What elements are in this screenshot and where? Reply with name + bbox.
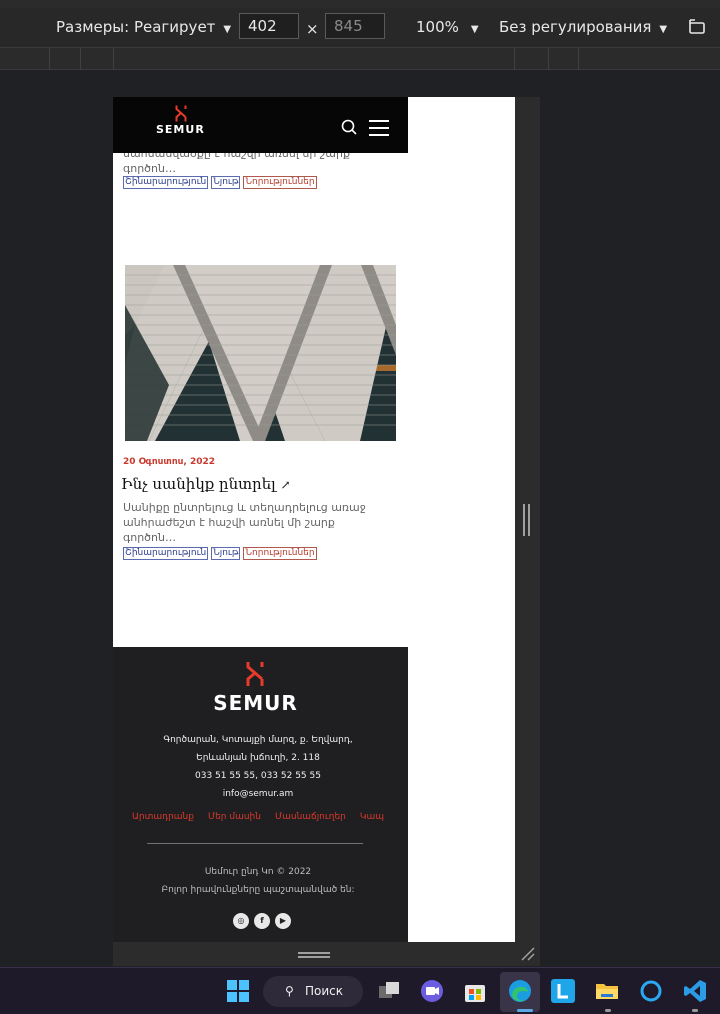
phone-numbers: 033 51 55 55, 033 52 55 55: [195, 771, 321, 781]
footer-nav-about[interactable]: Մեր մասին: [208, 812, 261, 822]
logo-text[interactable]: SEMUR: [156, 123, 205, 136]
vscode-icon[interactable]: [682, 978, 708, 1004]
facebook-icon[interactable]: f: [254, 913, 270, 929]
footer-nav: Արտադրանք Մեր մասին Մասնաճյուղեր Կապ: [113, 812, 403, 822]
tag-material[interactable]: Նյութ: [211, 176, 241, 189]
viewport-bottom-resizer[interactable]: [113, 942, 540, 966]
device-viewport: սահմանվածքը է հաշվի առնել մի շարք գործոն…: [113, 97, 515, 942]
post-image[interactable]: [125, 265, 396, 441]
throttle-dropdown[interactable]: Без регулирования ▼: [499, 18, 667, 36]
search-icon: ⚲: [285, 984, 294, 998]
grip-icon: [298, 952, 330, 954]
times-sign: ×: [306, 20, 319, 38]
zoom-dropdown[interactable]: 100% ▼: [416, 18, 479, 36]
width-input[interactable]: 402: [239, 13, 299, 39]
chevron-down-icon: ▼: [659, 24, 668, 35]
chevron-down-icon: ▼: [470, 24, 479, 35]
prev-post-tags: Շինարարություն Նյութ Նորություններ: [123, 176, 317, 189]
post-date: 20 Օգոստոս, 2022: [123, 457, 215, 467]
footer-divider: [147, 843, 363, 844]
tag-news[interactable]: Նորություններ: [243, 176, 317, 189]
running-indicator: [605, 1009, 611, 1012]
footer-nav-contact[interactable]: Կապ: [360, 812, 384, 822]
site-header: SEMUR: [113, 97, 408, 153]
email-link[interactable]: info@semur.am: [113, 785, 403, 803]
dimensions-dropdown[interactable]: Размеры: Реагирует ▼: [56, 18, 231, 36]
footer-copyright: Սեմուր ընդ Կո © 2022 Բոլոր իրավունքները …: [161, 867, 355, 895]
devtools-top-strip: [0, 0, 720, 8]
site-footer: SEMUR Գործարան, Կոտայքի մարզ, ք. Եղվարդ,…: [113, 647, 408, 942]
windows-taskbar: ⚲ Поиск: [0, 967, 720, 1014]
teams-chat-icon[interactable]: [419, 978, 445, 1004]
hamburger-menu-icon[interactable]: [369, 120, 389, 141]
address-line: Երևանյան խճուղի, 2. 118: [196, 753, 320, 763]
resize-handle-icon[interactable]: [523, 504, 531, 536]
dimensions-label: Размеры: Реагирует: [56, 18, 216, 36]
throttle-label: Без регулирования: [499, 18, 652, 36]
social-links: ◎ f ▶: [233, 913, 291, 929]
corner-resize-icon[interactable]: [520, 946, 536, 962]
footer-logo-mark[interactable]: [246, 661, 264, 691]
chevron-down-icon: ▼: [223, 24, 232, 35]
rotate-icon[interactable]: [686, 16, 708, 42]
devtools-device-toolbar: Размеры: Реагирует ▼ 402 × 845 100% ▼ Без …: [0, 8, 720, 48]
tag-construction[interactable]: Շինարարություն: [123, 176, 209, 189]
edge-browser-icon[interactable]: [507, 978, 533, 1004]
tag-construction[interactable]: Շինարարություն: [123, 547, 209, 560]
footer-nav-branches[interactable]: Մասնաճյուղեր: [275, 812, 346, 822]
post-tags: Շինարարություն Նյութ Նորություններ: [123, 547, 317, 560]
tag-material[interactable]: Նյութ: [211, 547, 241, 560]
running-indicator: [692, 1009, 698, 1012]
zoom-label: 100%: [416, 18, 459, 36]
tag-news[interactable]: Նորություններ: [243, 547, 317, 560]
microsoft-store-icon[interactable]: [462, 978, 488, 1004]
taskbar-search[interactable]: ⚲ Поиск: [263, 976, 363, 1007]
footer-contacts: Գործարան, Կոտայքի մարզ, ք. Եղվարդ, Երևան…: [113, 731, 403, 803]
media-query-ruler: [0, 48, 720, 70]
instagram-icon[interactable]: ◎: [233, 913, 249, 929]
post-excerpt: Սանիքը ընտրելուց և տեղադրելուց առաջ անհր…: [123, 501, 366, 544]
active-indicator: [517, 1009, 533, 1012]
height-input[interactable]: 845: [325, 13, 385, 39]
footer-nav-products[interactable]: Արտադրանք: [132, 812, 194, 822]
youtube-icon[interactable]: ▶: [275, 913, 291, 929]
arrow-up-right-icon: ↗: [280, 478, 291, 492]
search-icon[interactable]: [341, 119, 357, 139]
post-title: Ինչ սանիկք ընտրել: [121, 475, 276, 493]
footer-logo-text[interactable]: SEMUR: [113, 691, 398, 715]
taskbar-search-label: Поиск: [305, 984, 344, 998]
task-view-icon[interactable]: [376, 978, 402, 1004]
cortana-icon[interactable]: [638, 978, 664, 1004]
address-line: Գործարան, Կոտայքի մարզ, ք. Եղվարդ,: [163, 735, 353, 745]
file-explorer-icon[interactable]: [594, 978, 620, 1004]
l-app-icon[interactable]: [550, 978, 576, 1004]
post-title-link[interactable]: Ինչ սանիկք ընտրել ↗: [121, 475, 291, 493]
windows-start-icon[interactable]: [225, 978, 251, 1004]
